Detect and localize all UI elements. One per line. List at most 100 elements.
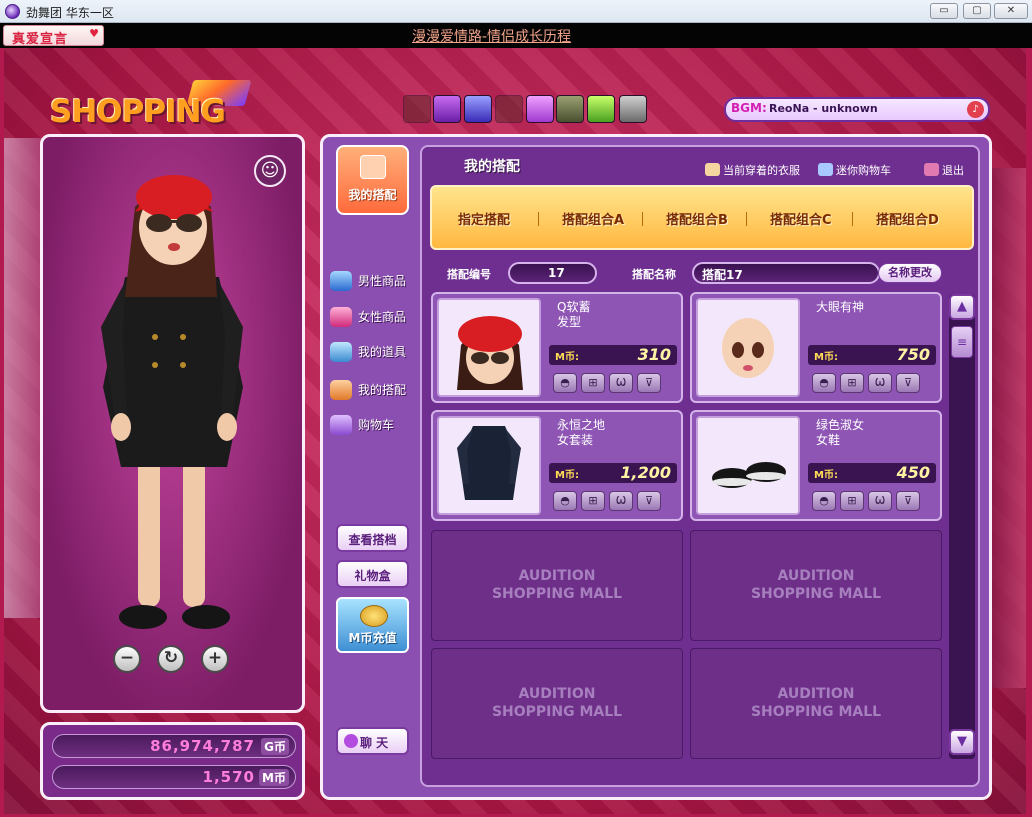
tab-designated[interactable]: 指定搭配	[458, 209, 510, 228]
outfit-name-label: 搭配名称	[632, 268, 676, 281]
mcoin-balance: 1,570	[202, 768, 255, 786]
price-value: 750	[896, 345, 930, 364]
item-card-shoes[interactable]: 绿色淑女 女鞋 M币: 450 ◓ ⊞ Ѡ ⊽	[690, 410, 942, 521]
wishlist-icon[interactable]: Ѡ	[868, 491, 892, 511]
profile-icon[interactable]: ☺	[254, 155, 286, 187]
content-title: 我的搭配	[464, 159, 520, 175]
rotate-icon[interactable]: ↻	[157, 645, 185, 673]
chat-button[interactable]: 聊 天	[336, 727, 409, 755]
cart-icon	[330, 415, 352, 435]
love-declaration-button[interactable]: 真爱宣言 ♥	[3, 25, 104, 47]
tab-combo-b[interactable]: 搭配组合B	[666, 209, 728, 228]
minimize-button[interactable]: ▭	[930, 3, 958, 19]
empty-slot-label: AUDITION SHOPPING MALL	[491, 686, 623, 720]
zoom-in-icon[interactable]: +	[201, 645, 229, 673]
tab-combo-c[interactable]: 搭配组合C	[770, 209, 832, 228]
item-actions: ◓ ⊞ Ѡ ⊽	[553, 371, 665, 393]
item-price: M币: 310	[549, 345, 677, 365]
mcoin-balance-row: 1,570 M币	[52, 765, 296, 789]
current-clothes-label: 当前穿着的衣服	[723, 164, 800, 177]
sidebar-item-my-items[interactable]: 我的道具	[330, 340, 420, 364]
character-icon[interactable]	[464, 95, 492, 123]
add-to-cart-icon[interactable]: ⊽	[896, 373, 920, 393]
box-icon	[330, 342, 352, 362]
exit-link[interactable]: 退出	[924, 162, 964, 178]
top-bar: 真爱宣言 ♥ 漫漫爱情路-情侣成长历程	[0, 23, 1032, 48]
wishlist-icon[interactable]: Ѡ	[868, 373, 892, 393]
wear-icon[interactable]: ⊞	[840, 373, 864, 393]
try-on-icon[interactable]: ◓	[553, 491, 577, 511]
window-title: 劲舞团 华东一区	[26, 6, 114, 20]
gift-box-button[interactable]: 礼物盒	[336, 560, 409, 588]
current-clothes-link[interactable]: 当前穿着的衣服	[705, 162, 800, 178]
add-to-cart-icon[interactable]: ⊽	[637, 491, 661, 511]
outfit-number-value: 17	[548, 266, 565, 280]
empty-slot-label: AUDITION SHOPPING MALL	[750, 686, 882, 720]
tab-combo-a[interactable]: 搭配组合A	[562, 209, 624, 228]
scrollbar-track[interactable]	[949, 294, 975, 759]
tv-icon[interactable]	[526, 95, 554, 123]
view-outfit-button[interactable]: 查看搭档	[336, 524, 409, 552]
sidebar-item-label: 我的道具	[358, 345, 407, 359]
my-outfit-nav-button[interactable]: 我的搭配	[336, 145, 409, 215]
scroll-down-icon[interactable]: ▼	[949, 729, 975, 755]
rename-button[interactable]: 名称更改	[878, 263, 942, 283]
zoom-out-icon[interactable]: −	[113, 645, 141, 673]
sidebar-item-female[interactable]: 女性商品	[330, 305, 420, 329]
add-to-cart-icon[interactable]: ⊽	[637, 373, 661, 393]
price-unit: M币:	[814, 470, 838, 481]
megaphone-icon[interactable]	[433, 95, 461, 123]
maximize-button[interactable]: ▢	[963, 3, 991, 19]
shopping-mall-logo: SHOPPING MALL	[50, 80, 300, 166]
scene-left-wall	[4, 138, 42, 618]
face-thumbnail-icon	[722, 318, 774, 378]
wear-icon[interactable]: ⊞	[581, 491, 605, 511]
wishlist-icon[interactable]: Ѡ	[609, 373, 633, 393]
photo-icon[interactable]	[556, 95, 584, 123]
try-on-icon[interactable]: ◓	[553, 373, 577, 393]
chat-label: 聊 天	[360, 736, 389, 750]
marquee-link[interactable]: 漫漫爱情路-情侣成长历程	[412, 26, 571, 46]
gift-icon[interactable]	[495, 95, 523, 123]
empty-slot-label: AUDITION SHOPPING MALL	[491, 568, 623, 602]
item-card-hair[interactable]: Q软蓄 发型 M币: 310 ◓ ⊞ Ѡ ⊽	[431, 292, 683, 403]
price-unit: M币:	[555, 352, 579, 363]
bgm-song: ReoNa - unknown	[769, 102, 878, 115]
sidebar-item-male[interactable]: 男性商品	[330, 269, 420, 293]
item-actions: ◓ ⊞ Ѡ ⊽	[812, 489, 924, 511]
shopping-bag-icon	[360, 155, 386, 179]
item-thumbnail	[696, 298, 800, 397]
music-note-icon[interactable]: ♪	[967, 101, 984, 118]
chat-icon	[344, 734, 358, 748]
add-to-cart-icon[interactable]: ⊽	[896, 491, 920, 511]
item-name: Q软蓄 发型	[557, 300, 591, 329]
shirt-icon	[705, 163, 720, 176]
item-thumbnail	[696, 416, 800, 515]
wishlist-icon[interactable]: Ѡ	[609, 491, 633, 511]
item-card-coat[interactable]: 永恒之地 女套装 M币: 1,200 ◓ ⊞ Ѡ ⊽	[431, 410, 683, 521]
scroll-up-icon[interactable]: ▲	[949, 294, 975, 320]
empty-slot: AUDITION SHOPPING MALL	[431, 530, 683, 641]
wear-icon[interactable]: ⊞	[581, 373, 605, 393]
garden-icon[interactable]	[587, 95, 615, 123]
bgm-label: BGM:	[731, 101, 767, 115]
sidebar-item-cart[interactable]: 购物车	[330, 413, 420, 437]
mini-cart-link[interactable]: 迷你购物车	[818, 162, 891, 178]
close-button[interactable]: ✕	[994, 3, 1028, 19]
settings-icon[interactable]	[619, 95, 647, 123]
sidebar-item-my-outfit[interactable]: 我的搭配	[330, 378, 420, 402]
tab-combo-d[interactable]: 搭配组合D	[876, 209, 939, 228]
dance-icon[interactable]	[403, 95, 431, 123]
outfit-name-field[interactable]: 搭配17	[692, 262, 880, 284]
try-on-icon[interactable]: ◓	[812, 373, 836, 393]
gold-balance-row: 86,974,787 G币	[52, 734, 296, 758]
item-price: M币: 1,200	[549, 463, 677, 483]
recharge-button[interactable]: M币充值	[336, 597, 409, 653]
try-on-icon[interactable]: ◓	[812, 491, 836, 511]
item-thumbnail	[437, 416, 541, 515]
item-card-face[interactable]: 大眼有神 M币: 750 ◓ ⊞ Ѡ ⊽	[690, 292, 942, 403]
scrollbar-thumb[interactable]: ≡	[951, 326, 973, 358]
item-name: 绿色淑女 女鞋	[816, 418, 865, 447]
bgm-bar: BGM: ReoNa - unknown ♪	[724, 97, 990, 122]
wear-icon[interactable]: ⊞	[840, 491, 864, 511]
